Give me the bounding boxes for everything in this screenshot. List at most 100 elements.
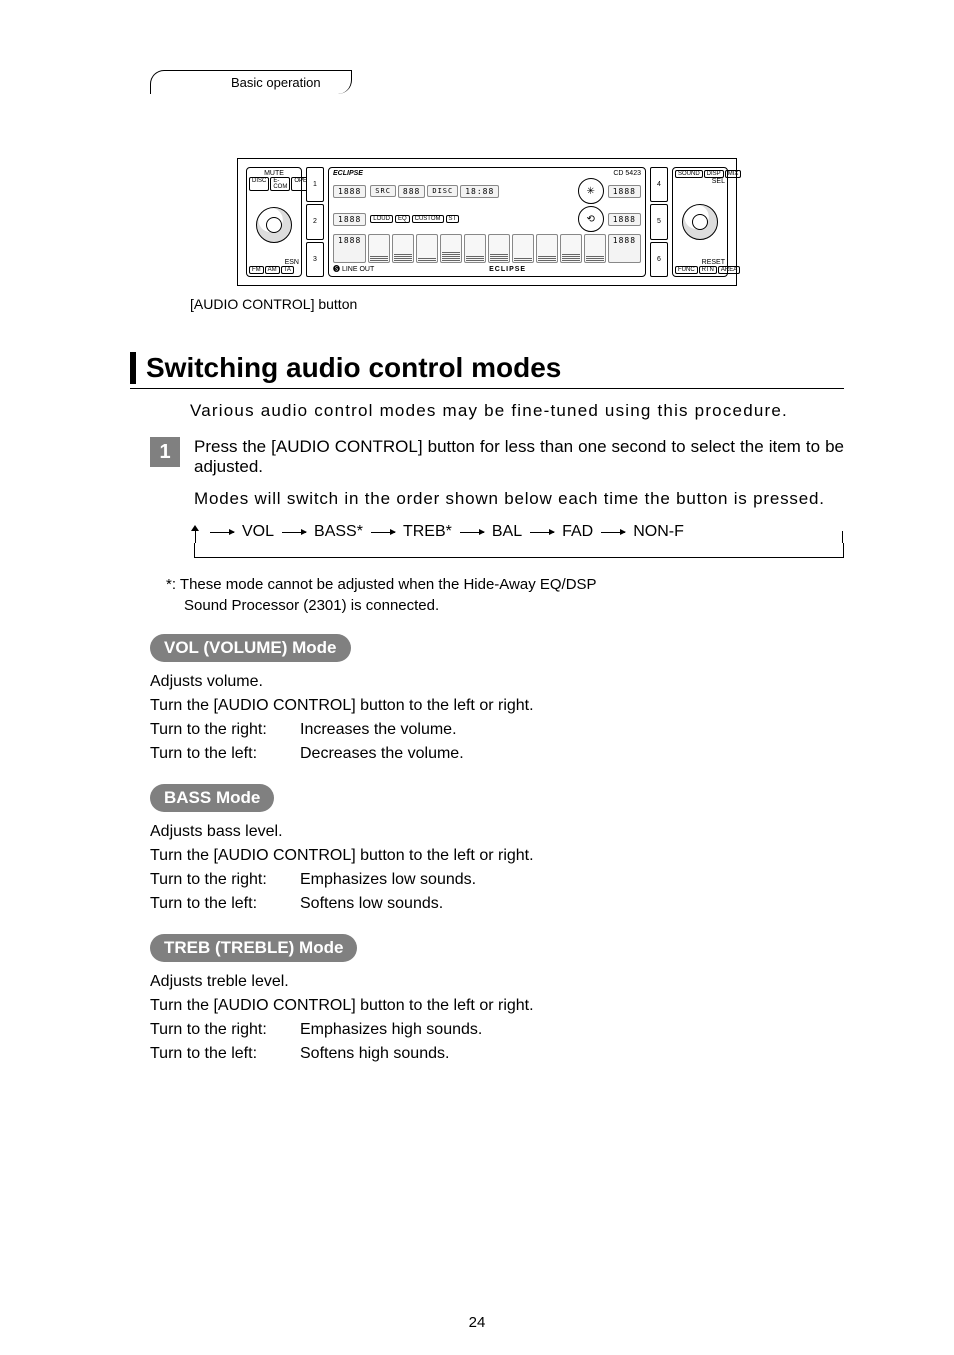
vol-adjusts: Adjusts volume. bbox=[150, 670, 844, 694]
lcd-right-1: 1888 bbox=[608, 185, 641, 198]
treb-adjusts: Adjusts treble level. bbox=[150, 970, 844, 994]
bass-mode-title: BASS Mode bbox=[150, 784, 274, 812]
tag-custom: CUSTOM bbox=[412, 215, 444, 223]
step-1: 1 Press the [AUDIO CONTROL] button for l… bbox=[150, 437, 844, 477]
preset-1: 1 bbox=[306, 167, 324, 202]
bass-right-label: Turn to the right: bbox=[150, 868, 300, 892]
flow-return-line bbox=[194, 543, 844, 558]
step-number: 1 bbox=[150, 437, 180, 467]
section-name: Basic operation bbox=[150, 70, 352, 94]
am-button: AM bbox=[265, 266, 280, 274]
bass-right-value: Emphasizes low sounds. bbox=[300, 868, 476, 892]
arrow-icon bbox=[282, 532, 306, 533]
disc-button: DISC bbox=[249, 177, 269, 191]
treb-left-label: Turn to the left: bbox=[150, 1042, 300, 1066]
line-out-label: LINE OUT bbox=[342, 266, 374, 273]
flow-fad: FAD bbox=[562, 523, 593, 541]
sound-button: SOUND bbox=[675, 170, 703, 178]
disp-button: DISP bbox=[704, 170, 724, 178]
preset-4: 4 bbox=[650, 167, 668, 202]
vol-right-value: Increases the volume. bbox=[300, 718, 457, 742]
vol-left-label: Turn to the left: bbox=[150, 742, 300, 766]
vol-left-value: Decreases the volume. bbox=[300, 742, 464, 766]
bass-mode-body: Adjusts bass level. Turn the [AUDIO CONT… bbox=[150, 820, 844, 916]
arrow-icon bbox=[210, 532, 234, 533]
lcd-left-1: 1888 bbox=[333, 185, 366, 198]
brand-top-left: ECLIPSE bbox=[333, 170, 363, 177]
lcd-left-2: 1888 bbox=[333, 213, 366, 226]
section-heading: Switching audio control modes bbox=[130, 352, 844, 384]
treb-right-label: Turn to the right: bbox=[150, 1018, 300, 1042]
preset-2: 2 bbox=[306, 204, 324, 239]
center-panel: ECLIPSE CD 5423 1888 SRC 888 DISC 18:88 … bbox=[328, 167, 646, 277]
vol-right-label: Turn to the right: bbox=[150, 718, 300, 742]
footnote-line2: Sound Processor (2301) is connected. bbox=[184, 595, 844, 616]
lcd-mid: 888 bbox=[398, 185, 425, 198]
preset-6: 6 bbox=[650, 242, 668, 277]
lcd-disc: DISC bbox=[427, 185, 458, 197]
brand-bottom: ECLIPSE bbox=[489, 266, 526, 273]
reset-label: RESET bbox=[675, 259, 725, 266]
bass-left-value: Softens low sounds. bbox=[300, 892, 443, 916]
nav-icon: ⟲ bbox=[578, 206, 604, 232]
lcd-right-2: 1888 bbox=[608, 213, 641, 226]
model-number: CD 5423 bbox=[613, 170, 641, 177]
area-button: AREA bbox=[718, 266, 740, 274]
left-dial bbox=[256, 207, 292, 243]
section-intro: Various audio control modes may be fine-… bbox=[190, 401, 844, 421]
bass-adjusts: Adjusts bass level. bbox=[150, 820, 844, 844]
sun-icon: ✳ bbox=[578, 178, 604, 204]
mute-label: MUTE bbox=[249, 170, 299, 177]
step-instruction: Press the [AUDIO CONTROL] button for les… bbox=[194, 437, 844, 477]
ta-button: TA bbox=[281, 266, 294, 274]
arrow-icon bbox=[601, 532, 625, 533]
tag-loud: LOUD bbox=[370, 215, 393, 223]
treb-mode-body: Adjusts treble level. Turn the [AUDIO CO… bbox=[150, 970, 844, 1066]
flow-nonf: NON-F bbox=[633, 523, 684, 541]
bass-turn: Turn the [AUDIO CONTROL] button to the l… bbox=[150, 844, 844, 868]
arrow-icon bbox=[460, 532, 484, 533]
sel-label: SEL bbox=[675, 178, 725, 185]
func-button: FUNC bbox=[675, 266, 698, 274]
vol-mode-body: Adjusts volume. Turn the [AUDIO CONTROL]… bbox=[150, 670, 844, 766]
rtn-button: RTN bbox=[699, 266, 717, 274]
footnote: *: These mode cannot be adjusted when th… bbox=[166, 574, 844, 616]
right-dial bbox=[682, 204, 718, 240]
ecom-button: E-COM bbox=[270, 177, 290, 191]
fm-button: FM bbox=[249, 266, 264, 274]
footnote-line1: These mode cannot be adjusted when the H… bbox=[180, 576, 597, 593]
preset-3: 3 bbox=[306, 242, 324, 277]
lcd-time: 18:88 bbox=[460, 185, 499, 198]
arrow-icon bbox=[371, 532, 395, 533]
lcd-right-3: 1888 bbox=[608, 234, 641, 263]
mode-flow: VOL BASS* TREB* BAL FAD NON-F bbox=[194, 523, 844, 558]
section-title: Switching audio control modes bbox=[146, 352, 844, 384]
diagram-caption: [AUDIO CONTROL] button bbox=[190, 296, 844, 312]
tag-st: ST bbox=[446, 215, 460, 223]
header-tab: Basic operation bbox=[150, 70, 844, 98]
preset-5: 5 bbox=[650, 204, 668, 239]
device-diagram: MUTE DISC E-COM OPEN ESN FM AM TA 1 bbox=[237, 158, 737, 286]
preset-left-column: 1 2 3 bbox=[306, 167, 324, 277]
flow-treb: TREB* bbox=[403, 523, 452, 541]
tag-eq: EQ bbox=[395, 215, 410, 223]
page-number: 24 bbox=[0, 1314, 954, 1331]
lcd-left-3: 1888 bbox=[333, 234, 366, 263]
treb-mode-title: TREB (TREBLE) Mode bbox=[150, 934, 357, 962]
flow-vol: VOL bbox=[242, 523, 274, 541]
vol-mode-title: VOL (VOLUME) Mode bbox=[150, 634, 351, 662]
treb-left-value: Softens high sounds. bbox=[300, 1042, 449, 1066]
step-detail: Modes will switch in the order shown bel… bbox=[194, 489, 844, 509]
esn-label: ESN bbox=[249, 259, 299, 266]
bass-left-label: Turn to the left: bbox=[150, 892, 300, 916]
footnote-marker: *: bbox=[166, 576, 176, 593]
vol-turn: Turn the [AUDIO CONTROL] button to the l… bbox=[150, 694, 844, 718]
treb-turn: Turn the [AUDIO CONTROL] button to the l… bbox=[150, 994, 844, 1018]
flow-bal: BAL bbox=[492, 523, 522, 541]
treb-right-value: Emphasizes high sounds. bbox=[300, 1018, 482, 1042]
mix-button: MIX bbox=[725, 170, 742, 178]
preset-right-column: 4 5 6 bbox=[650, 167, 668, 277]
flow-bass: BASS* bbox=[314, 523, 363, 541]
arrow-icon bbox=[530, 532, 554, 533]
arrow-up-icon bbox=[191, 525, 199, 531]
